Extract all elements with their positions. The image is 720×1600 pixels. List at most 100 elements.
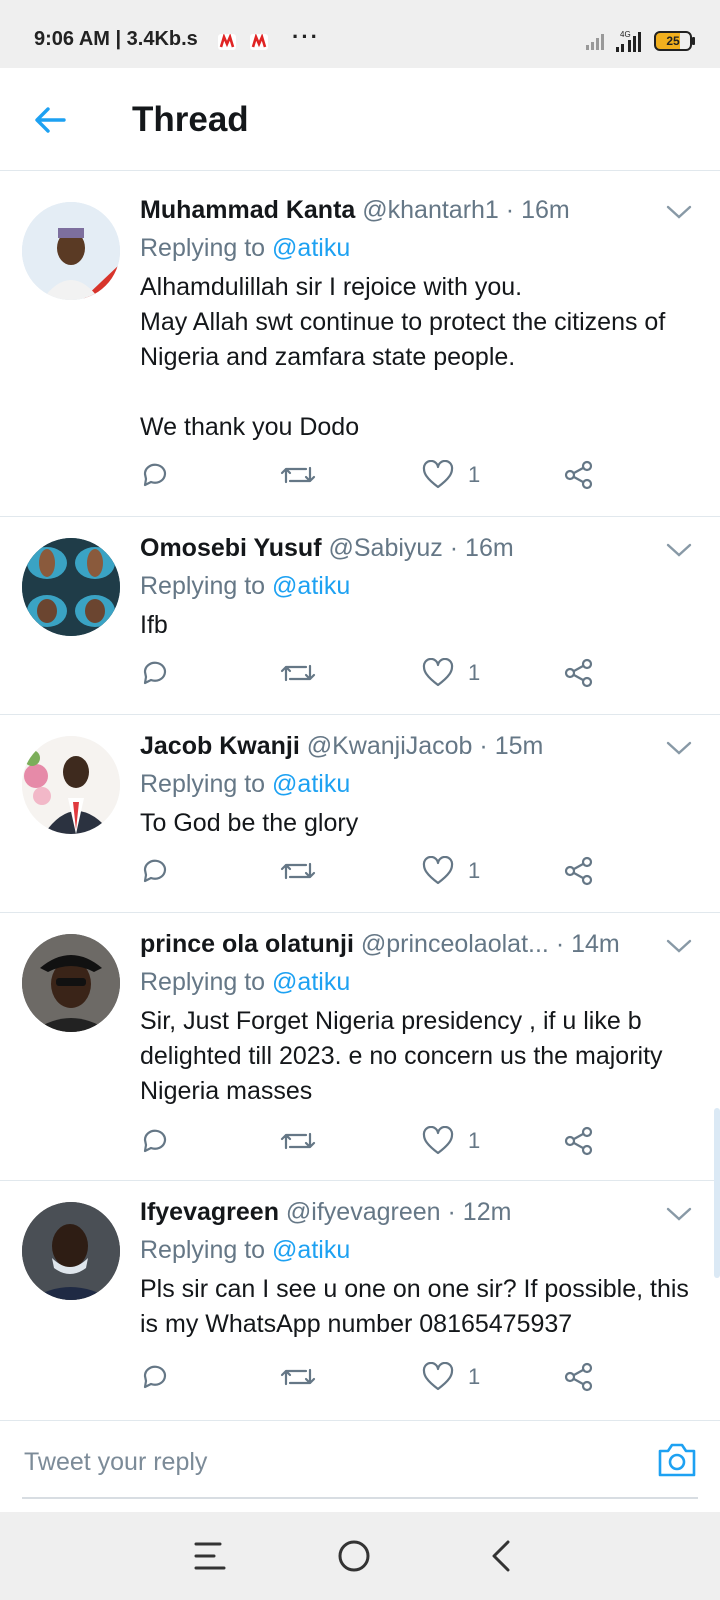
like-button[interactable]: 1 [422, 1362, 480, 1392]
news-notification-icon [250, 34, 268, 50]
home-circle-icon[interactable] [334, 1536, 374, 1576]
user-avatar-image [22, 736, 120, 834]
user-avatar-image [22, 202, 120, 300]
tweet-actions: 1 [140, 856, 620, 896]
chevron-down-icon[interactable] [666, 938, 692, 954]
tweet-author-name[interactable]: Ifyevagreen [140, 1198, 279, 1226]
chevron-down-icon[interactable] [666, 204, 692, 220]
chevron-down-icon[interactable] [666, 740, 692, 756]
tweet-author-name[interactable]: Jacob Kwanji [140, 732, 300, 760]
retweet-icon [280, 664, 316, 682]
tweet-text: Alhamdulillah sir I rejoice with you. Ma… [140, 273, 666, 441]
reply-icon [143, 859, 167, 883]
replying-prefix: Replying to [140, 572, 266, 600]
tweet-actions: 1 [140, 1126, 620, 1166]
tweet[interactable]: Jacob Kwanji @KwanjiJacob · 15m Replying… [0, 714, 720, 913]
reply-composer [0, 1420, 720, 1503]
heart-icon [422, 1126, 454, 1155]
chevron-down-icon[interactable] [666, 542, 692, 558]
camera-icon[interactable] [656, 1439, 698, 1479]
scrollbar-thumb[interactable] [714, 1108, 720, 1278]
reply-button[interactable] [140, 658, 170, 688]
system-nav-bar [0, 1512, 720, 1600]
reply-button[interactable] [140, 460, 170, 490]
share-icon [564, 1126, 593, 1156]
retweet-button[interactable] [280, 1362, 316, 1392]
share-button[interactable] [564, 1126, 594, 1156]
like-button[interactable]: 1 [422, 856, 480, 886]
tweet-author-name[interactable]: prince ola olatunji [140, 930, 354, 958]
retweet-button[interactable] [280, 658, 316, 688]
tweet-time: · 15m [479, 732, 544, 760]
tweet[interactable]: Ifyevagreen @ifyevagreen · 12m Replying … [0, 1180, 720, 1420]
avatar[interactable] [22, 538, 120, 636]
replying-prefix: Replying to [140, 770, 266, 798]
share-icon [564, 658, 593, 688]
reply-button[interactable] [140, 1126, 170, 1156]
menu-icon[interactable] [190, 1536, 230, 1576]
chevron-down-icon[interactable] [666, 1206, 692, 1222]
tweet-author-handle: @Sabiyuz [328, 534, 443, 562]
like-button[interactable]: 1 [422, 460, 480, 490]
tweet-actions: 1 [140, 658, 620, 698]
avatar[interactable] [22, 934, 120, 1032]
share-icon [564, 1362, 593, 1392]
share-icon [564, 460, 593, 490]
like-button[interactable]: 1 [422, 658, 480, 688]
replying-to-link[interactable]: @atiku [272, 572, 350, 600]
retweet-button[interactable] [280, 1126, 316, 1156]
user-avatar-image [22, 538, 120, 636]
avatar[interactable] [22, 1202, 120, 1300]
replying-to-link[interactable]: @atiku [272, 1236, 350, 1264]
replying-to: Replying to @atiku [140, 572, 350, 601]
heart-icon [422, 658, 454, 687]
tweet-header: Muhammad Kanta @khantarh1 · 16m [140, 196, 670, 225]
tweet[interactable]: Muhammad Kanta @khantarh1 · 16m Replying… [0, 180, 720, 517]
reply-icon [143, 1365, 167, 1389]
reply-icon [143, 661, 167, 685]
tweet-author-name[interactable]: Omosebi Yusuf [140, 534, 322, 562]
tweet[interactable]: Omosebi Yusuf @Sabiyuz · 16m Replying to… [0, 516, 720, 715]
share-button[interactable] [564, 856, 594, 886]
news-notification-icon [218, 34, 236, 50]
like-count: 1 [468, 660, 481, 685]
chevron-left-icon[interactable] [482, 1536, 522, 1576]
retweet-icon [280, 466, 316, 484]
share-button[interactable] [564, 658, 594, 688]
share-button[interactable] [564, 1362, 594, 1392]
thread-feed[interactable]: Muhammad Kanta @khantarh1 · 16m Replying… [0, 180, 720, 1420]
heart-icon [422, 856, 454, 885]
tweet[interactable]: prince ola olatunji @princeolaolat... · … [0, 912, 720, 1181]
signal-4g-icon: 4G [616, 30, 641, 52]
reply-button[interactable] [140, 856, 170, 886]
like-button[interactable]: 1 [422, 1126, 480, 1156]
avatar[interactable] [22, 736, 120, 834]
replying-to-link[interactable]: @atiku [272, 234, 350, 262]
replying-to: Replying to @atiku [140, 234, 350, 263]
status-indicators: 4G 25 [586, 30, 695, 52]
user-avatar-image [22, 934, 120, 1032]
tweet-header: Jacob Kwanji @KwanjiJacob · 15m [140, 732, 670, 761]
share-button[interactable] [564, 460, 594, 490]
tweet-text: Sir, Just Forget Nigeria presidency , if… [140, 1007, 677, 1105]
like-count: 1 [468, 1128, 481, 1153]
tweet-author-name[interactable]: Muhammad Kanta [140, 196, 355, 224]
tweet-header: Ifyevagreen @ifyevagreen · 12m [140, 1198, 670, 1227]
retweet-button[interactable] [280, 460, 316, 490]
avatar[interactable] [22, 202, 120, 300]
replying-to-link[interactable]: @atiku [272, 968, 350, 996]
reply-icon [143, 463, 167, 487]
tweet-text: Ifb [140, 611, 168, 639]
tweet-header: Omosebi Yusuf @Sabiyuz · 16m [140, 534, 670, 563]
replying-to: Replying to @atiku [140, 968, 350, 997]
arrow-left-icon[interactable] [30, 100, 70, 140]
reply-input[interactable] [22, 1441, 626, 1483]
retweet-button[interactable] [280, 856, 316, 886]
retweet-icon [280, 1132, 316, 1150]
tweet-header: prince ola olatunji @princeolaolat... · … [140, 930, 670, 959]
reply-button[interactable] [140, 1362, 170, 1392]
heart-icon [422, 1362, 454, 1391]
tweet-actions: 1 [140, 460, 620, 500]
replying-to-link[interactable]: @atiku [272, 770, 350, 798]
tweet-actions: 1 [140, 1362, 620, 1402]
